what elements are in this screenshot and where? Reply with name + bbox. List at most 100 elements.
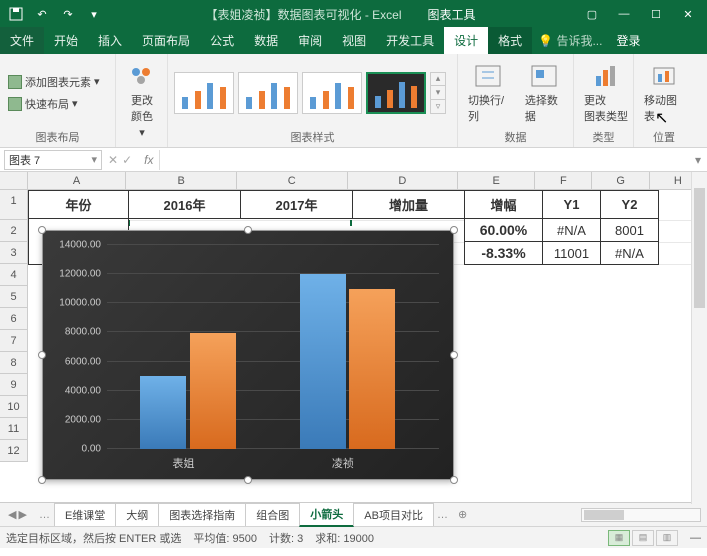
resize-handle[interactable] — [38, 476, 46, 484]
bar-series1-cat2[interactable] — [300, 274, 346, 449]
tell-me[interactable]: 💡 告诉我... — [532, 27, 608, 54]
row-header[interactable]: 8 — [0, 352, 28, 374]
sheet-tab[interactable]: AB项目对比 — [353, 503, 434, 526]
col-header[interactable]: F — [535, 172, 592, 189]
bar-series1-cat1[interactable] — [140, 376, 186, 449]
col-header[interactable]: C — [237, 172, 348, 189]
view-page-break-icon[interactable]: ▥ — [656, 530, 678, 546]
view-page-layout-icon[interactable]: ▤ — [632, 530, 654, 546]
cell-y2-1[interactable]: 8001 — [601, 219, 659, 242]
resize-handle[interactable] — [38, 351, 46, 359]
formula-input[interactable] — [159, 150, 689, 170]
cell-y1-2[interactable]: 11001 — [543, 242, 601, 265]
sheet-tab-active[interactable]: 小箭头 — [299, 502, 354, 527]
col-header[interactable]: D — [348, 172, 459, 189]
style-gallery-more[interactable]: ▴▾▿ — [430, 72, 446, 114]
tab-page-layout[interactable]: 页面布局 — [132, 27, 200, 54]
row-header[interactable]: 5 — [0, 286, 28, 308]
select-all-corner[interactable] — [0, 172, 28, 189]
style-thumb-2[interactable] — [238, 72, 298, 114]
header-year[interactable]: 年份 — [29, 191, 129, 219]
fx-icon[interactable]: fx — [138, 153, 159, 167]
scrollbar-thumb[interactable] — [584, 510, 624, 520]
header-2016[interactable]: 2016年 — [129, 191, 241, 219]
cancel-formula-icon[interactable]: ✕ — [108, 153, 118, 167]
row-header[interactable]: 4 — [0, 264, 28, 286]
resize-handle[interactable] — [450, 226, 458, 234]
header-pct[interactable]: 增幅 — [465, 191, 543, 219]
tab-formula[interactable]: 公式 — [200, 27, 244, 54]
header-y2[interactable]: Y2 — [601, 191, 659, 219]
col-header[interactable]: B — [126, 172, 237, 189]
row-header[interactable]: 3 — [0, 242, 28, 264]
vertical-scrollbar[interactable] — [691, 172, 707, 504]
scrollbar-thumb[interactable] — [694, 188, 705, 308]
bar-series2-cat1[interactable] — [190, 333, 236, 449]
chart-object[interactable]: 0.00 2000.00 4000.00 6000.00 8000.00 100… — [42, 230, 454, 480]
tab-review[interactable]: 审阅 — [288, 27, 332, 54]
tab-file[interactable]: 文件 — [0, 27, 44, 54]
formula-expand-icon[interactable]: ▾ — [689, 153, 707, 167]
name-box[interactable]: 图表 7▾ — [4, 150, 102, 170]
row-header[interactable]: 1 — [0, 190, 28, 220]
cell-y2-2[interactable]: #N/A — [601, 242, 659, 265]
undo-icon[interactable]: ↶ — [32, 4, 52, 24]
tab-design[interactable]: 设计 — [444, 27, 488, 54]
header-y1[interactable]: Y1 — [543, 191, 601, 219]
swap-row-col-button[interactable]: 切换行/列 — [464, 60, 513, 126]
minimize-icon[interactable]: — — [609, 4, 639, 24]
sheet-tab[interactable]: 组合图 — [245, 503, 300, 526]
sheet-tab[interactable]: 大纲 — [115, 503, 159, 526]
cell-pct-1[interactable]: 60.00% — [465, 219, 543, 242]
bar-series2-cat2[interactable] — [349, 289, 395, 449]
row-header[interactable]: 7 — [0, 330, 28, 352]
row-header[interactable]: 9 — [0, 374, 28, 396]
tab-format[interactable]: 格式 — [488, 27, 532, 54]
col-header[interactable]: G — [592, 172, 649, 189]
quick-layout-button[interactable]: 快速布局▾ — [6, 94, 102, 114]
style-thumb-4[interactable] — [366, 72, 426, 114]
save-icon[interactable] — [6, 4, 26, 24]
move-chart-button[interactable]: 移动图表 — [640, 60, 688, 126]
row-header[interactable]: 12 — [0, 440, 28, 462]
resize-handle[interactable] — [450, 351, 458, 359]
tab-home[interactable]: 开始 — [44, 27, 88, 54]
tab-nav-next-icon[interactable]: ▶ — [18, 508, 26, 521]
add-chart-element-button[interactable]: 添加图表元素▾ — [6, 72, 102, 92]
cell-pct-2[interactable]: -8.33% — [465, 242, 543, 265]
col-header[interactable]: E — [458, 172, 535, 189]
close-icon[interactable]: ✕ — [673, 4, 703, 24]
view-normal-icon[interactable]: ▦ — [608, 530, 630, 546]
resize-handle[interactable] — [38, 226, 46, 234]
ribbon-options-icon[interactable]: ▢ — [577, 4, 607, 24]
chart-style-gallery[interactable]: ▴▾▿ — [174, 72, 446, 114]
resize-handle[interactable] — [450, 476, 458, 484]
redo-icon[interactable]: ↷ — [58, 4, 78, 24]
style-thumb-1[interactable] — [174, 72, 234, 114]
tab-insert[interactable]: 插入 — [88, 27, 132, 54]
qat-more-icon[interactable]: ▾ — [84, 4, 104, 24]
login-button[interactable]: 登录 — [608, 27, 648, 54]
tab-data[interactable]: 数据 — [244, 27, 288, 54]
change-chart-type-button[interactable]: 更改 图表类型 — [580, 60, 632, 126]
maximize-icon[interactable]: ☐ — [641, 4, 671, 24]
zoom-out-icon[interactable]: — — [690, 532, 701, 544]
tab-developer[interactable]: 开发工具 — [376, 27, 444, 54]
tab-nav-prev-icon[interactable]: ◀ — [8, 508, 16, 521]
header-2017[interactable]: 2017年 — [241, 191, 353, 219]
change-colors-button[interactable]: 更改 颜色▾ — [122, 60, 162, 141]
resize-handle[interactable] — [244, 226, 252, 234]
add-sheet-button[interactable]: ⊕ — [452, 508, 473, 521]
enter-formula-icon[interactable]: ✓ — [122, 153, 132, 167]
style-thumb-3[interactable] — [302, 72, 362, 114]
row-header[interactable]: 2 — [0, 220, 28, 242]
col-header[interactable]: A — [28, 172, 127, 189]
row-header[interactable]: 6 — [0, 308, 28, 330]
tab-view[interactable]: 视图 — [332, 27, 376, 54]
row-header[interactable]: 11 — [0, 418, 28, 440]
worksheet[interactable]: A B C D E F G H 1 2 3 4 5 6 7 8 9 10 11 … — [0, 172, 707, 502]
sheet-tab[interactable]: E维课堂 — [54, 503, 116, 526]
row-header[interactable]: 10 — [0, 396, 28, 418]
sheet-tab[interactable]: 图表选择指南 — [158, 503, 246, 526]
header-increase[interactable]: 增加量 — [353, 191, 465, 219]
